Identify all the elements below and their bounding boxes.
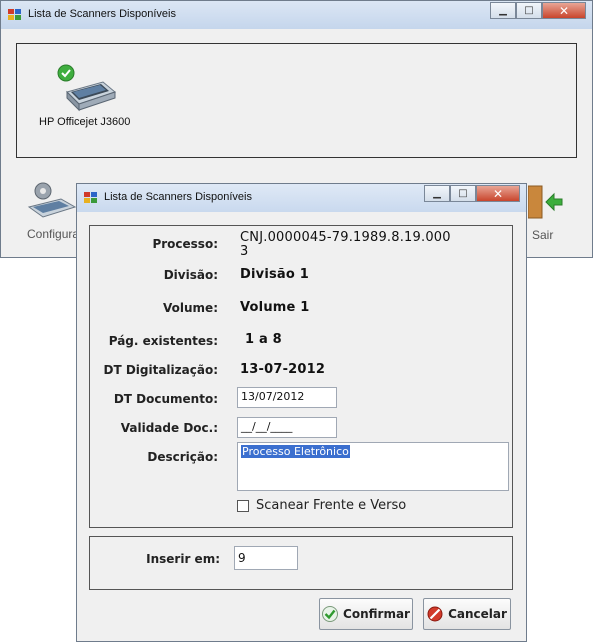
scan-both-sides-label[interactable]: Scanear Frente e Verso	[256, 498, 406, 513]
inserir-em-input[interactable]: 9	[234, 546, 298, 570]
confirm-button[interactable]: Confirmar	[319, 598, 413, 630]
close-button[interactable]: ✕	[542, 2, 586, 19]
scanner-name: HP Officejet J3600	[39, 116, 131, 128]
pag-existentes-label: Pág. existentes:	[108, 334, 218, 348]
maximize-icon: □	[524, 5, 534, 16]
dialog-app-icon	[84, 192, 98, 204]
inserir-em-label: Inserir em:	[146, 552, 220, 566]
fields-panel: Processo: CNJ.0000045-79.1989.8.19.000 3…	[89, 225, 513, 528]
scanner-list: HP Officejet J3600	[16, 43, 577, 158]
dialog-close-button[interactable]: ✕	[476, 185, 520, 202]
close-icon: ✕	[492, 186, 504, 201]
pag-existentes-value: 1 a 8	[245, 332, 282, 347]
insert-panel: Inserir em: 9	[89, 536, 513, 590]
maximize-button[interactable]: □	[516, 2, 542, 19]
descricao-textarea[interactable]: Processo Eletrônico	[237, 442, 509, 491]
divisao-label: Divisão:	[163, 268, 218, 282]
dialog-title: Lista de Scanners Disponíveis	[104, 191, 252, 203]
cancel-button[interactable]: Cancelar	[423, 598, 511, 630]
scan-dialog-window: Lista de Scanners Disponíveis ▁ □ ✕ Proc…	[76, 183, 527, 642]
dialog-minimize-button[interactable]: ▁	[424, 185, 450, 202]
minimize-icon: ▁	[499, 5, 507, 16]
dt-documento-input[interactable]: 13/07/2012	[237, 387, 337, 408]
confirm-label: Confirmar	[343, 607, 410, 621]
scanner-icon	[57, 64, 117, 112]
scanner-item[interactable]: HP Officejet J3600	[39, 64, 139, 134]
processo-label: Processo:	[152, 237, 218, 251]
dt-digitalizacao-value: 13-07-2012	[240, 362, 326, 377]
gear-scanner-icon	[27, 182, 77, 218]
descricao-selected-text: Processo Eletrônico	[241, 445, 350, 458]
dt-documento-label: DT Documento:	[113, 392, 218, 406]
maximize-icon: □	[458, 188, 468, 199]
cancel-label: Cancelar	[448, 607, 507, 621]
scan-both-sides-checkbox[interactable]	[237, 500, 249, 512]
descricao-label: Descrição:	[147, 450, 218, 464]
configure-label: Configura	[27, 227, 80, 241]
validade-doc-label: Validade Doc.:	[120, 421, 218, 435]
exit-door-icon	[528, 185, 563, 219]
minimize-icon: ▁	[433, 188, 441, 199]
window-title: Lista de Scanners Disponíveis	[28, 8, 176, 20]
validade-doc-input[interactable]: __/__/____	[237, 417, 337, 438]
app-icon	[8, 9, 22, 21]
processo-value-line2: 3	[240, 244, 249, 259]
close-icon: ✕	[558, 3, 570, 18]
check-icon	[322, 606, 339, 622]
volume-label: Volume:	[163, 301, 218, 315]
processo-value-line1: CNJ.0000045-79.1989.8.19.000	[240, 230, 451, 245]
title-bar[interactable]: Lista de Scanners Disponíveis ▁ □ ✕	[1, 1, 592, 29]
volume-value: Volume 1	[240, 300, 310, 315]
dialog-title-bar[interactable]: Lista de Scanners Disponíveis ▁ □ ✕	[77, 184, 526, 212]
dt-digitalizacao-label: DT Digitalização:	[103, 363, 219, 377]
cancel-icon	[427, 606, 443, 622]
dialog-maximize-button[interactable]: □	[450, 185, 476, 202]
exit-button[interactable]: Sair	[528, 184, 568, 244]
exit-label: Sair	[532, 228, 554, 242]
divisao-value: Divisão 1	[240, 267, 309, 282]
minimize-button[interactable]: ▁	[490, 2, 516, 19]
